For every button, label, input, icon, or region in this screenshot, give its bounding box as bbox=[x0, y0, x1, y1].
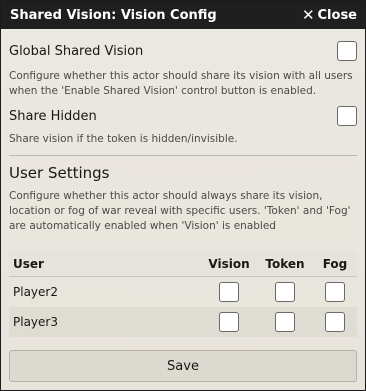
fog-checkbox[interactable] bbox=[325, 312, 345, 332]
save-button[interactable]: Save bbox=[9, 350, 357, 382]
global-shared-vision-label: Global Shared Vision bbox=[9, 43, 144, 59]
vision-config-window: Shared Vision: Vision Config ✕ Close Glo… bbox=[0, 0, 366, 391]
vision-checkbox[interactable] bbox=[219, 282, 239, 302]
close-label: Close bbox=[317, 7, 357, 23]
close-button[interactable]: ✕ Close bbox=[301, 5, 357, 24]
user-settings-table: User Vision Token Fog Player2 Player3 bbox=[9, 251, 357, 337]
config-form: Global Shared Vision Configure whether t… bbox=[1, 29, 365, 390]
user-name: Player2 bbox=[13, 285, 58, 299]
table-row: Player2 bbox=[9, 277, 357, 307]
divider bbox=[9, 155, 357, 156]
column-header-fog: Fog bbox=[322, 256, 348, 271]
global-shared-vision-row: Global Shared Vision bbox=[9, 41, 357, 61]
column-header-token: Token bbox=[265, 256, 305, 271]
title-bar[interactable]: Shared Vision: Vision Config ✕ Close bbox=[1, 1, 365, 29]
close-icon: ✕ bbox=[301, 5, 315, 24]
column-header-vision: Vision bbox=[208, 256, 250, 271]
share-hidden-label: Share Hidden bbox=[9, 108, 97, 124]
token-checkbox[interactable] bbox=[275, 312, 295, 332]
table-header: User Vision Token Fog bbox=[9, 251, 357, 277]
share-hidden-row: Share Hidden bbox=[9, 106, 357, 126]
fog-checkbox[interactable] bbox=[325, 282, 345, 302]
user-name: Player3 bbox=[13, 315, 58, 329]
share-hidden-checkbox[interactable] bbox=[337, 106, 357, 126]
user-settings-note: Configure whether this actor should alwa… bbox=[9, 190, 351, 232]
global-shared-vision-note: Configure whether this actor should shar… bbox=[9, 70, 353, 97]
column-header-user: User bbox=[13, 256, 44, 271]
share-hidden-note: Share vision if the token is hidden/invi… bbox=[9, 133, 238, 145]
global-shared-vision-checkbox[interactable] bbox=[337, 41, 357, 61]
table-row: Player3 bbox=[9, 307, 357, 337]
token-checkbox[interactable] bbox=[275, 282, 295, 302]
window-title: Shared Vision: Vision Config bbox=[10, 7, 217, 23]
user-settings-title: User Settings bbox=[9, 164, 110, 182]
vision-checkbox[interactable] bbox=[219, 312, 239, 332]
